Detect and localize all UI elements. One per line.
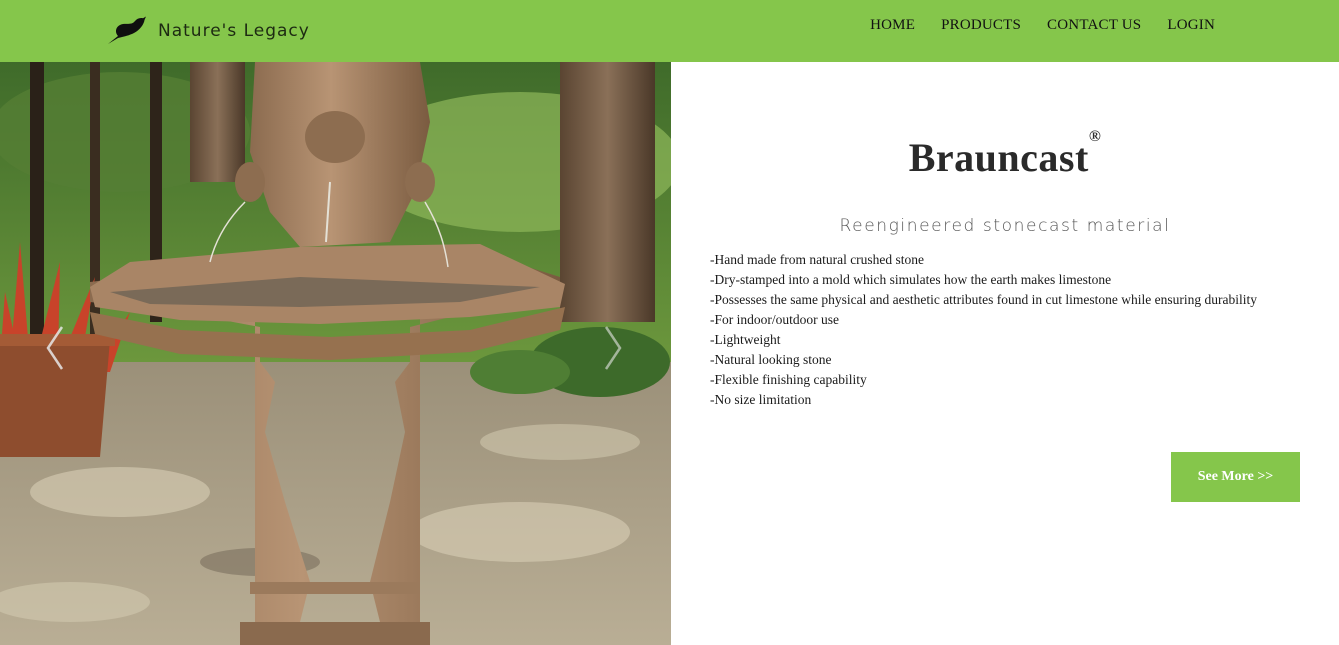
carousel-next-button[interactable] [598,325,628,375]
feature-list: -Hand made from natural crushed stone -D… [710,250,1257,410]
bird-icon [106,15,150,47]
chevron-right-icon [602,325,624,376]
nav-contact-us[interactable]: CONTACT US [1047,17,1141,34]
product-title: Brauncast® [671,128,1339,181]
feature-item: -Lightweight [710,332,781,347]
nav-home[interactable]: HOME [870,17,915,34]
feature-item: -Dry-stamped into a mold which simulates… [710,272,1112,287]
product-name: Brauncast [908,135,1089,180]
product-subtitle: Reengineered stonecast material [839,216,1171,236]
feature-item: -For indoor/outdoor use [710,312,839,327]
nav-products[interactable]: PRODUCTS [941,17,1021,34]
feature-item: -Natural looking stone [710,352,832,367]
nav-login[interactable]: LOGIN [1167,17,1215,34]
registered-trademark-mark: ® [1088,128,1102,145]
see-more-button[interactable]: See More >> [1171,452,1300,502]
feature-item: -Hand made from natural crushed stone [710,252,925,267]
hero-carousel [0,62,671,645]
garden-fountain-photo [0,62,671,645]
feature-item: -Flexible finishing capability [710,372,867,387]
feature-item: -Possesses the same physical and aesthet… [710,292,1258,307]
brand-logo[interactable]: Nature's Legacy [106,14,310,48]
main-nav: HOME PRODUCTS CONTACT US LOGIN [870,17,1215,34]
brand-name: Nature's Legacy [158,21,310,41]
product-info-panel: Brauncast® Reengineered stonecast materi… [671,62,1339,645]
feature-item: -No size limitation [710,392,812,407]
carousel-prev-button[interactable] [40,325,70,375]
chevron-left-icon [44,325,66,376]
top-navigation-bar: Nature's Legacy HOME PRODUCTS CONTACT US… [0,0,1339,62]
